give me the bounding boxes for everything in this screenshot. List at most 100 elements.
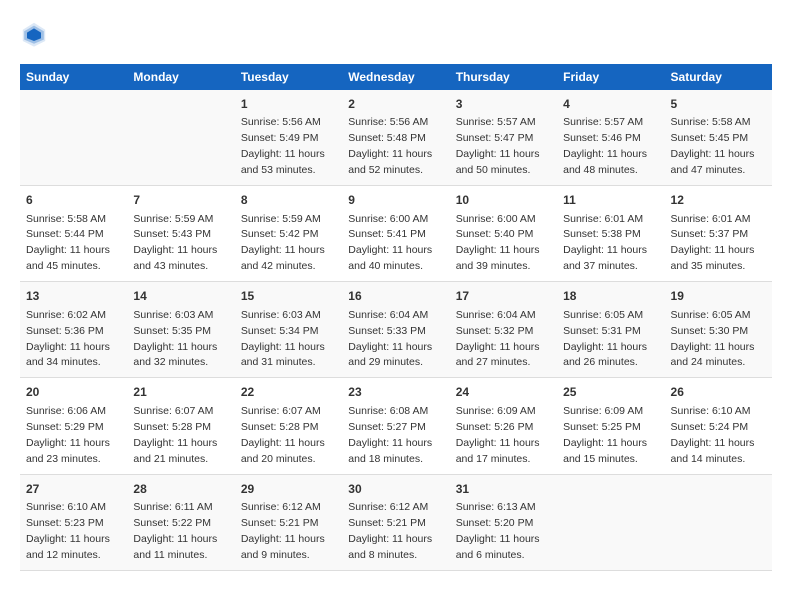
week-row-3: 13 Sunrise: 6:02 AM Sunset: 5:36 PM Dayli… (20, 282, 772, 378)
day-cell: 22 Sunrise: 6:07 AM Sunset: 5:28 PM Dayli… (235, 378, 342, 474)
day-cell: 18 Sunrise: 6:05 AM Sunset: 5:31 PM Dayli… (557, 282, 664, 378)
day-number: 19 (671, 288, 766, 305)
day-number: 11 (563, 192, 658, 209)
day-cell: 2 Sunrise: 5:56 AM Sunset: 5:48 PM Daylig… (342, 90, 449, 186)
day-cell: 10 Sunrise: 6:00 AM Sunset: 5:40 PM Dayli… (450, 186, 557, 282)
day-info: Sunrise: 6:11 AM Sunset: 5:22 PM Dayligh… (133, 501, 217, 561)
day-number: 2 (348, 96, 443, 113)
day-number: 1 (241, 96, 336, 113)
day-cell: 28 Sunrise: 6:11 AM Sunset: 5:22 PM Dayli… (127, 474, 234, 570)
day-info: Sunrise: 6:06 AM Sunset: 5:29 PM Dayligh… (26, 405, 110, 465)
week-row-4: 20Sunrise: 6:06 AM Sunset: 5:29 PM Dayli… (20, 378, 772, 474)
day-info: Sunrise: 6:10 AM Sunset: 5:24 PM Dayligh… (671, 405, 755, 465)
day-info: Sunrise: 6:04 AM Sunset: 5:32 PM Dayligh… (456, 309, 540, 369)
day-info: Sunrise: 6:12 AM Sunset: 5:21 PM Dayligh… (241, 501, 325, 561)
day-info: Sunrise: 5:58 AM Sunset: 5:44 PM Dayligh… (26, 213, 110, 273)
col-header-sunday: Sunday (20, 64, 127, 90)
day-info: Sunrise: 6:12 AM Sunset: 5:21 PM Dayligh… (348, 501, 432, 561)
day-cell: 23Sunrise: 6:08 AM Sunset: 5:27 PM Dayli… (342, 378, 449, 474)
day-info: Sunrise: 6:02 AM Sunset: 5:36 PM Dayligh… (26, 309, 110, 369)
col-header-tuesday: Tuesday (235, 64, 342, 90)
day-cell: 17 Sunrise: 6:04 AM Sunset: 5:32 PM Dayli… (450, 282, 557, 378)
day-number: 18 (563, 288, 658, 305)
calendar-table: SundayMondayTuesdayWednesdayThursdayFrid… (20, 64, 772, 571)
day-cell: 15Sunrise: 6:03 AM Sunset: 5:34 PM Dayli… (235, 282, 342, 378)
day-info: Sunrise: 6:08 AM Sunset: 5:27 PM Dayligh… (348, 405, 432, 465)
day-cell (557, 474, 664, 570)
day-number: 28 (133, 481, 228, 498)
day-cell: 26Sunrise: 6:10 AM Sunset: 5:24 PM Dayli… (665, 378, 772, 474)
day-info: Sunrise: 6:00 AM Sunset: 5:40 PM Dayligh… (456, 213, 540, 273)
day-info: Sunrise: 5:59 AM Sunset: 5:42 PM Dayligh… (241, 213, 325, 273)
day-cell: 4 Sunrise: 5:57 AM Sunset: 5:46 PM Daylig… (557, 90, 664, 186)
day-cell: 9 Sunrise: 6:00 AM Sunset: 5:41 PM Daylig… (342, 186, 449, 282)
day-info: Sunrise: 5:58 AM Sunset: 5:45 PM Dayligh… (671, 116, 755, 176)
day-cell: 16 Sunrise: 6:04 AM Sunset: 5:33 PM Dayli… (342, 282, 449, 378)
day-number: 4 (563, 96, 658, 113)
day-number: 10 (456, 192, 551, 209)
day-cell: 27 Sunrise: 6:10 AM Sunset: 5:23 PM Dayli… (20, 474, 127, 570)
day-info: Sunrise: 6:13 AM Sunset: 5:20 PM Dayligh… (456, 501, 540, 561)
day-number: 14 (133, 288, 228, 305)
day-number: 27 (26, 481, 121, 498)
day-cell: 5 Sunrise: 5:58 AM Sunset: 5:45 PM Daylig… (665, 90, 772, 186)
day-number: 25 (563, 384, 658, 401)
day-number: 24 (456, 384, 551, 401)
logo-icon (20, 20, 48, 48)
day-cell: 14 Sunrise: 6:03 AM Sunset: 5:35 PM Dayli… (127, 282, 234, 378)
day-number: 22 (241, 384, 336, 401)
day-cell: 8 Sunrise: 5:59 AM Sunset: 5:42 PM Daylig… (235, 186, 342, 282)
day-info: Sunrise: 6:05 AM Sunset: 5:31 PM Dayligh… (563, 309, 647, 369)
day-info: Sunrise: 6:09 AM Sunset: 5:26 PM Dayligh… (456, 405, 540, 465)
day-info: Sunrise: 6:09 AM Sunset: 5:25 PM Dayligh… (563, 405, 647, 465)
day-number: 8 (241, 192, 336, 209)
day-info: Sunrise: 6:00 AM Sunset: 5:41 PM Dayligh… (348, 213, 432, 273)
day-cell: 20Sunrise: 6:06 AM Sunset: 5:29 PM Dayli… (20, 378, 127, 474)
day-cell: 29Sunrise: 6:12 AM Sunset: 5:21 PM Dayli… (235, 474, 342, 570)
day-number: 3 (456, 96, 551, 113)
day-number: 9 (348, 192, 443, 209)
day-cell: 12Sunrise: 6:01 AM Sunset: 5:37 PM Dayli… (665, 186, 772, 282)
col-header-thursday: Thursday (450, 64, 557, 90)
day-cell: 7 Sunrise: 5:59 AM Sunset: 5:43 PM Daylig… (127, 186, 234, 282)
day-number: 13 (26, 288, 121, 305)
day-info: Sunrise: 6:04 AM Sunset: 5:33 PM Dayligh… (348, 309, 432, 369)
day-info: Sunrise: 6:10 AM Sunset: 5:23 PM Dayligh… (26, 501, 110, 561)
day-number: 5 (671, 96, 766, 113)
day-info: Sunrise: 6:03 AM Sunset: 5:35 PM Dayligh… (133, 309, 217, 369)
day-info: Sunrise: 5:57 AM Sunset: 5:46 PM Dayligh… (563, 116, 647, 176)
day-number: 30 (348, 481, 443, 498)
day-number: 17 (456, 288, 551, 305)
day-cell: 25 Sunrise: 6:09 AM Sunset: 5:25 PM Dayli… (557, 378, 664, 474)
col-header-saturday: Saturday (665, 64, 772, 90)
day-number: 6 (26, 192, 121, 209)
col-header-friday: Friday (557, 64, 664, 90)
day-info: Sunrise: 6:07 AM Sunset: 5:28 PM Dayligh… (133, 405, 217, 465)
day-cell: 1Sunrise: 5:56 AM Sunset: 5:49 PM Daylig… (235, 90, 342, 186)
day-info: Sunrise: 6:07 AM Sunset: 5:28 PM Dayligh… (241, 405, 325, 465)
day-number: 7 (133, 192, 228, 209)
column-headers: SundayMondayTuesdayWednesdayThursdayFrid… (20, 64, 772, 90)
day-info: Sunrise: 6:01 AM Sunset: 5:38 PM Dayligh… (563, 213, 647, 273)
day-number: 16 (348, 288, 443, 305)
day-info: Sunrise: 5:59 AM Sunset: 5:43 PM Dayligh… (133, 213, 217, 273)
day-cell: 21 Sunrise: 6:07 AM Sunset: 5:28 PM Dayli… (127, 378, 234, 474)
day-cell: 31 Sunrise: 6:13 AM Sunset: 5:20 PM Dayli… (450, 474, 557, 570)
day-number: 12 (671, 192, 766, 209)
day-cell: 24 Sunrise: 6:09 AM Sunset: 5:26 PM Dayli… (450, 378, 557, 474)
day-number: 15 (241, 288, 336, 305)
day-cell: 30 Sunrise: 6:12 AM Sunset: 5:21 PM Dayli… (342, 474, 449, 570)
day-cell: 11 Sunrise: 6:01 AM Sunset: 5:38 PM Dayli… (557, 186, 664, 282)
day-cell: 19Sunrise: 6:05 AM Sunset: 5:30 PM Dayli… (665, 282, 772, 378)
day-cell (665, 474, 772, 570)
day-cell: 13 Sunrise: 6:02 AM Sunset: 5:36 PM Dayli… (20, 282, 127, 378)
week-row-5: 27 Sunrise: 6:10 AM Sunset: 5:23 PM Dayli… (20, 474, 772, 570)
day-number: 31 (456, 481, 551, 498)
page-header (20, 20, 772, 48)
day-cell (127, 90, 234, 186)
week-row-2: 6 Sunrise: 5:58 AM Sunset: 5:44 PM Daylig… (20, 186, 772, 282)
col-header-wednesday: Wednesday (342, 64, 449, 90)
week-row-1: 1Sunrise: 5:56 AM Sunset: 5:49 PM Daylig… (20, 90, 772, 186)
day-info: Sunrise: 5:56 AM Sunset: 5:48 PM Dayligh… (348, 116, 432, 176)
day-number: 21 (133, 384, 228, 401)
